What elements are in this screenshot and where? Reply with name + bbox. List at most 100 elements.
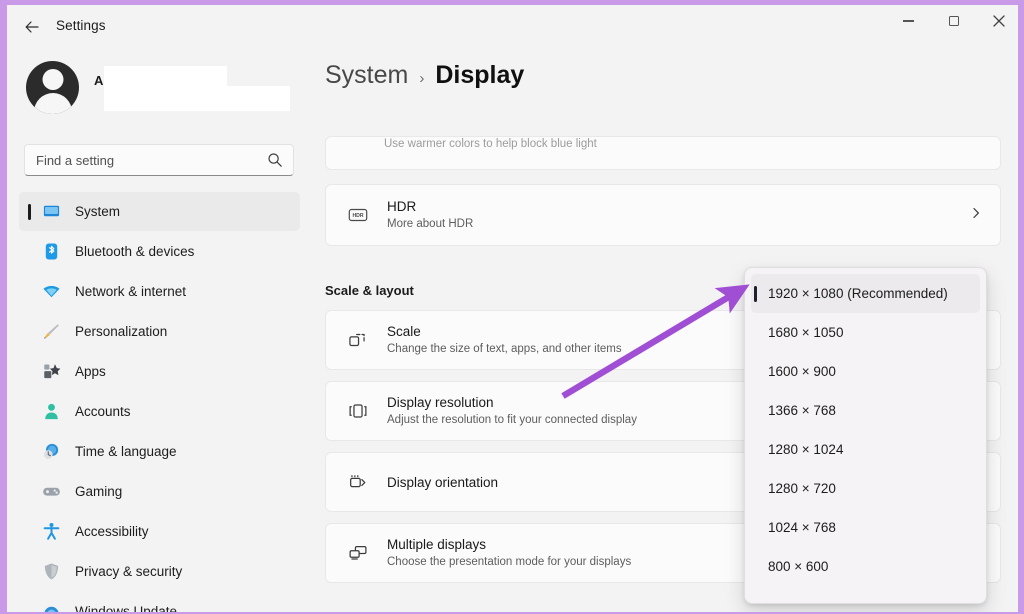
scale-text: Scale Change the size of text, apps, and… — [387, 323, 622, 357]
resolution-option[interactable]: 1366 × 768 — [751, 391, 980, 430]
close-icon — [993, 15, 1005, 27]
scale-title: Scale — [387, 323, 622, 340]
resolution-icon — [346, 399, 370, 423]
sidebar-item-personalization[interactable]: Personalization — [19, 312, 300, 351]
night-light-subtitle: Use warmer colors to help block blue lig… — [384, 138, 597, 150]
resolution-option-label: 1600 × 900 — [768, 364, 836, 379]
apps-icon — [41, 362, 61, 382]
search-icon[interactable] — [267, 152, 283, 168]
account-block[interactable]: A — [20, 55, 300, 121]
sidebar-item-label: System — [75, 204, 120, 219]
chevron-right-icon[interactable] — [970, 206, 982, 224]
hdr-text: HDR More about HDR — [387, 198, 473, 232]
minimize-button[interactable] — [886, 5, 931, 37]
sidebar-item-label: Time & language — [75, 444, 177, 459]
sidebar-item-apps[interactable]: Apps — [19, 352, 300, 391]
sidebar-item-windows-update[interactable]: Windows Update — [19, 592, 300, 612]
resolution-option-label: 800 × 600 — [768, 559, 828, 574]
sidebar-item-label: Gaming — [75, 484, 122, 499]
sidebar-item-label: Network & internet — [75, 284, 186, 299]
sidebar-item-label: Windows Update — [75, 604, 177, 612]
shield-icon — [41, 562, 61, 582]
breadcrumb-parent[interactable]: System — [325, 61, 408, 90]
sidebar-item-label: Apps — [75, 364, 106, 379]
hdr-subtitle[interactable]: More about HDR — [387, 216, 473, 232]
section-heading-scale-layout: Scale & layout — [325, 283, 414, 298]
display-resolution-subtitle: Adjust the resolution to fit your connec… — [387, 412, 637, 428]
settings-window: Settings A — [7, 5, 1018, 612]
resolution-option[interactable]: 800 × 600 — [751, 547, 980, 586]
sidebar-item-label: Privacy & security — [75, 564, 182, 579]
maximize-icon — [949, 16, 959, 26]
sidebar-item-privacy-security[interactable]: Privacy & security — [19, 552, 300, 591]
monitor-icon — [41, 202, 61, 222]
resolution-option-label: 1024 × 768 — [768, 520, 836, 535]
sidebar-item-system[interactable]: System — [19, 192, 300, 231]
person-icon — [41, 402, 61, 422]
back-arrow-icon — [23, 18, 41, 36]
resolution-option-label: 1280 × 1024 — [768, 442, 843, 457]
display-orientation-title: Display orientation — [387, 474, 498, 491]
svg-text:HDR: HDR — [352, 213, 363, 219]
multiple-displays-subtitle: Choose the presentation mode for your di… — [387, 554, 631, 570]
hdr-icon: HDR — [346, 203, 370, 227]
display-orientation-text: Display orientation — [387, 474, 498, 491]
multiple-displays-icon — [346, 541, 370, 565]
minimize-icon — [903, 20, 914, 22]
app-title: Settings — [56, 18, 106, 33]
multiple-displays-text: Multiple displays Choose the presentatio… — [387, 536, 631, 570]
page-title: Display — [435, 61, 524, 90]
sidebar: A System — [7, 47, 312, 612]
display-resolution-text: Display resolution Adjust the resolution… — [387, 394, 637, 428]
search-box[interactable] — [24, 144, 294, 176]
back-button[interactable] — [17, 13, 47, 41]
breadcrumb-separator: › — [419, 70, 424, 87]
bluetooth-icon — [41, 242, 61, 262]
clock-globe-icon — [41, 442, 61, 462]
sidebar-item-label: Bluetooth & devices — [75, 244, 194, 259]
avatar-head — [42, 69, 63, 90]
search-input[interactable] — [36, 145, 261, 175]
redaction-block-email — [104, 86, 290, 111]
resolution-option-label: 1280 × 720 — [768, 481, 836, 496]
resolution-option[interactable]: 1680 × 1050 — [751, 313, 980, 352]
sidebar-item-label: Personalization — [75, 324, 167, 339]
sidebar-item-time-language[interactable]: Time & language — [19, 432, 300, 471]
resolution-option-label: 1680 × 1050 — [768, 325, 843, 340]
sidebar-nav: System Bluetooth & devices — [7, 192, 312, 612]
resolution-option[interactable]: 1600 × 900 — [751, 352, 980, 391]
account-initial: A — [94, 73, 103, 88]
gamepad-icon — [41, 482, 61, 502]
resolution-option[interactable]: 1920 × 1080 (Recommended) — [751, 274, 980, 313]
avatar — [26, 61, 79, 114]
resolution-option-label: 1366 × 768 — [768, 403, 836, 418]
resolution-option[interactable]: 1280 × 720 — [751, 469, 980, 508]
breadcrumb: System › Display — [325, 61, 524, 90]
sidebar-item-bluetooth-devices[interactable]: Bluetooth & devices — [19, 232, 300, 271]
redaction-block-name — [104, 66, 227, 88]
resolution-option[interactable]: 1024 × 768 — [751, 508, 980, 547]
maximize-button[interactable] — [931, 5, 976, 37]
avatar-body — [34, 93, 72, 114]
sidebar-item-accounts[interactable]: Accounts — [19, 392, 300, 431]
scale-subtitle: Change the size of text, apps, and other… — [387, 341, 622, 357]
title-bar: Settings — [7, 5, 1018, 47]
wifi-icon — [41, 282, 61, 302]
resolution-dropdown[interactable]: 1920 × 1080 (Recommended) 1680 × 1050 16… — [744, 267, 987, 604]
hdr-card[interactable]: HDR HDR More about HDR — [325, 184, 1001, 246]
sidebar-item-network-internet[interactable]: Network & internet — [19, 272, 300, 311]
sidebar-item-gaming[interactable]: Gaming — [19, 472, 300, 511]
screenshot-frame: Settings A — [0, 0, 1024, 614]
multiple-displays-title: Multiple displays — [387, 536, 631, 553]
update-icon — [41, 602, 61, 613]
hdr-title: HDR — [387, 198, 473, 215]
accessibility-icon — [41, 522, 61, 542]
paintbrush-icon — [41, 322, 61, 342]
night-light-card[interactable]: Use warmer colors to help block blue lig… — [325, 136, 1001, 170]
sidebar-item-label: Accessibility — [75, 524, 149, 539]
resolution-option[interactable]: 1280 × 1024 — [751, 430, 980, 469]
orientation-icon — [346, 470, 370, 494]
resolution-option-label: 1920 × 1080 (Recommended) — [768, 286, 948, 301]
sidebar-item-accessibility[interactable]: Accessibility — [19, 512, 300, 551]
close-button[interactable] — [976, 5, 1018, 37]
